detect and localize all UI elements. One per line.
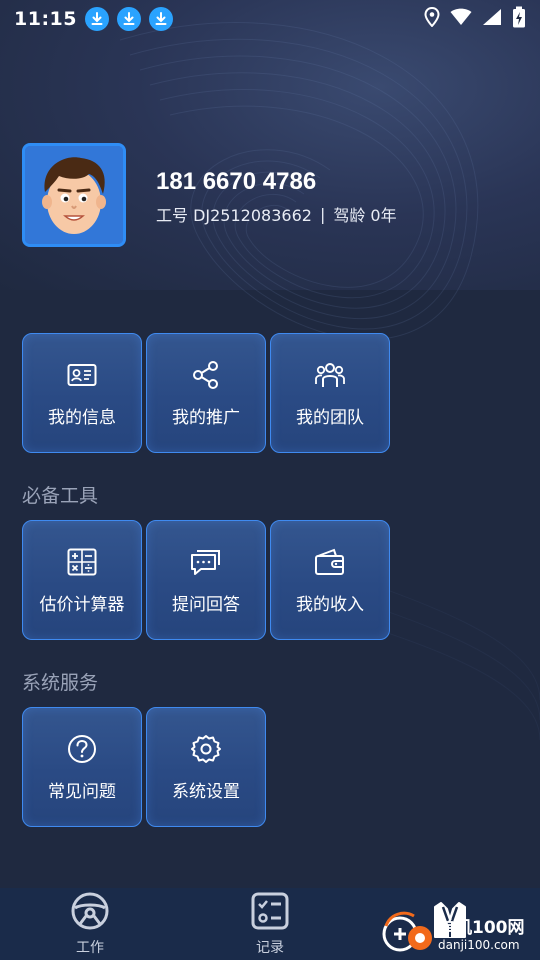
tile-label: 估价计算器 xyxy=(39,594,125,615)
tile-label: 我的信息 xyxy=(48,407,116,428)
question-icon xyxy=(66,733,98,765)
tile-label: 我的推广 xyxy=(172,407,240,428)
calculator-icon xyxy=(66,546,98,578)
download-icon xyxy=(148,7,173,31)
id-card-icon xyxy=(66,359,98,391)
location-icon xyxy=(424,6,440,31)
employee-id: 工号 DJ2512083662 xyxy=(156,206,312,225)
wifi-icon xyxy=(450,8,472,30)
wallet-icon xyxy=(314,546,346,578)
watermark-logo-icon xyxy=(382,911,432,952)
status-icons xyxy=(424,6,526,32)
checklist-icon xyxy=(251,892,289,934)
gear-icon xyxy=(190,733,222,765)
driving-experience: 驾龄 0年 xyxy=(333,206,397,225)
tile-label: 我的团队 xyxy=(296,407,364,428)
nav-tab-records[interactable]: 记录 xyxy=(180,888,360,960)
tools-section-title: 必备工具 xyxy=(22,485,99,507)
team-icon xyxy=(314,359,346,391)
watermark: 单机100网 danji100.com xyxy=(380,904,540,960)
faq-button[interactable]: 常见问题 xyxy=(22,707,142,827)
download-icon xyxy=(84,7,109,31)
my-info-button[interactable]: 我的信息 xyxy=(22,333,142,453)
steering-wheel-icon xyxy=(71,892,109,934)
nav-label-work: 工作 xyxy=(76,939,104,956)
my-team-button[interactable]: 我的团队 xyxy=(270,333,390,453)
tile-label: 我的收入 xyxy=(296,594,364,615)
my-promotion-button[interactable]: 我的推广 xyxy=(146,333,266,453)
status-time: 11:15 xyxy=(14,8,77,30)
nav-tab-work[interactable]: 工作 xyxy=(0,888,180,960)
tile-label: 提问回答 xyxy=(172,594,240,615)
my-income-button[interactable]: 我的收入 xyxy=(270,520,390,640)
signal-icon xyxy=(482,8,502,30)
status-bar: 11:15 xyxy=(0,0,540,38)
user-sub-info: 工号 DJ2512083662 | 驾龄 0年 xyxy=(156,202,397,226)
chat-icon xyxy=(190,546,222,578)
watermark-name: 单机100网 xyxy=(438,917,525,938)
price-calculator-button[interactable]: 估价计算器 xyxy=(22,520,142,640)
watermark-url: danji100.com xyxy=(438,937,520,952)
system-settings-button[interactable]: 系统设置 xyxy=(146,707,266,827)
tile-label: 系统设置 xyxy=(172,781,240,802)
info-separator: | xyxy=(319,204,326,224)
battery-icon xyxy=(512,6,526,32)
download-icon xyxy=(116,7,141,31)
avatar[interactable] xyxy=(22,143,126,247)
user-phone-number: 181 6670 4786 xyxy=(156,168,317,195)
cartoon-avatar-image xyxy=(25,146,123,244)
tile-label: 常见问题 xyxy=(48,781,116,802)
nav-label-records: 记录 xyxy=(256,939,284,956)
share-icon xyxy=(190,359,222,391)
qa-button[interactable]: 提问回答 xyxy=(146,520,266,640)
system-section-title: 系统服务 xyxy=(22,672,99,694)
